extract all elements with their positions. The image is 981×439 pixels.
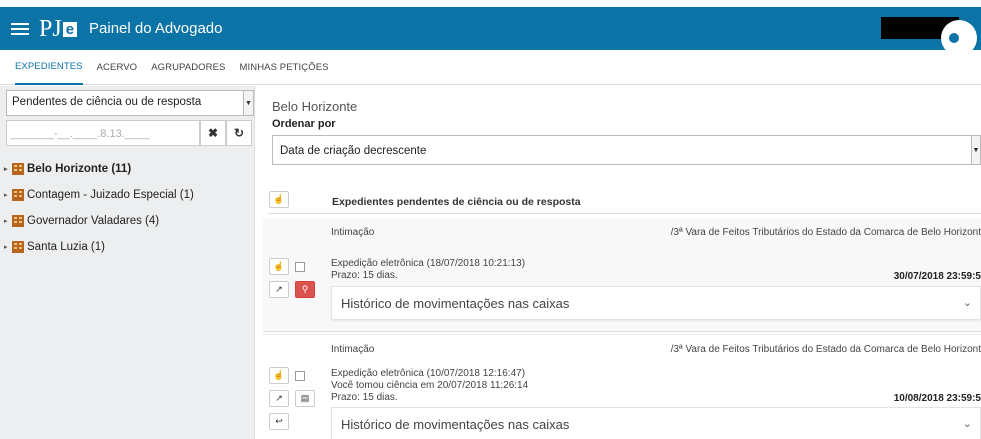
expedition-info: Expedição eletrônica (18/07/2018 10:21:1… — [331, 258, 526, 269]
sidebar: Pendentes de ciência ou de resposta ▼ __… — [0, 86, 255, 439]
tree-item-belo-horizonte[interactable]: ▸ Belo Horizonte (11) — [4, 156, 194, 182]
order-by-label: Ordenar por — [272, 118, 336, 130]
tree-item-governador-valadares[interactable]: ▸ Governador Valadares (4) — [4, 208, 194, 234]
clear-icon[interactable]: ✖ — [200, 120, 226, 146]
expediente-type: Intimação — [331, 344, 375, 355]
chevron-down-icon[interactable]: ⌄ — [963, 296, 972, 309]
refresh-icon[interactable]: ↻ — [226, 120, 252, 146]
main-tabs: EXPEDIENTES ACERVO AGRUPADORES MINHAS PE… — [0, 50, 981, 85]
deadline-info: Prazo: 15 dias. — [331, 392, 398, 403]
expediente-court: /3ª Vara de Feitos Tributários do Estado… — [670, 344, 981, 355]
selected-city-title: Belo Horizonte — [272, 99, 358, 114]
order-by-select[interactable]: Data de criação decrescente ▼ — [272, 135, 981, 165]
jurisdiction-tree: ▸ Belo Horizonte (11) ▸ Contagem - Juiza… — [4, 156, 194, 260]
tree-item-contagem[interactable]: ▸ Contagem - Juizado Especial (1) — [4, 182, 194, 208]
building-icon — [12, 163, 24, 175]
chevron-down-icon[interactable]: ⌄ — [963, 417, 972, 430]
tree-item-label: Governador Valadares (4) — [27, 215, 160, 227]
order-by-value: Data de criação decrescente — [280, 145, 427, 157]
user-name-box[interactable] — [881, 17, 977, 56]
document-icon[interactable]: ▤ — [295, 390, 315, 407]
top-bar: PJ e Painel do Advogado — [0, 7, 981, 56]
history-label: Histórico de movimentações nas caixas — [341, 417, 570, 432]
caret-right-icon[interactable]: ▸ — [4, 165, 12, 173]
caret-right-icon[interactable]: ▸ — [4, 243, 12, 251]
menu-icon[interactable] — [11, 22, 29, 35]
process-filter-row: _______-__.____.8.13.____ ✖ ↻ — [6, 120, 254, 146]
select-checkbox[interactable] — [295, 261, 305, 272]
app-title: Painel do Advogado — [89, 20, 223, 37]
building-icon — [12, 189, 24, 201]
caret-right-icon[interactable]: ▸ — [4, 191, 12, 199]
open-external-icon[interactable]: ↗ — [269, 390, 289, 407]
deadline-date: 30/07/2018 23:59:5 — [893, 271, 981, 282]
list-header: ☝ Expedientes pendentes de ciência ou de… — [268, 189, 981, 214]
deadline-date: 10/08/2018 23:59:5 — [893, 393, 981, 404]
expediente-card: Intimação /3ª Vara de Feitos Tributários… — [263, 219, 981, 332]
card-actions: ☝ ↗ ▤ ↩ — [269, 367, 315, 436]
status-filter-value: Pendentes de ciência ou de resposta — [12, 96, 202, 108]
take-ciencia-all-icon[interactable]: ☝ — [269, 191, 289, 208]
history-accordion[interactable]: Histórico de movimentações nas caixas ⌄ — [331, 407, 981, 439]
take-ciencia-icon[interactable]: ☝ — [269, 367, 289, 384]
expediente-court: /3ª Vara de Feitos Tributários do Estado… — [670, 227, 981, 238]
search-icon[interactable]: ⚲ — [295, 281, 315, 298]
status-filter-select[interactable]: Pendentes de ciência ou de resposta ▼ — [6, 90, 254, 116]
dropdown-arrow-icon[interactable]: ▼ — [971, 136, 980, 164]
history-label: Histórico de movimentações nas caixas — [341, 296, 570, 311]
tree-item-label: Santa Luzia (1) — [27, 241, 105, 253]
open-external-icon[interactable]: ↗ — [269, 281, 289, 298]
history-accordion[interactable]: Histórico de movimentações nas caixas ⌄ — [331, 286, 981, 320]
expediente-card: Intimação /3ª Vara de Feitos Tributários… — [263, 334, 981, 439]
process-number-input[interactable]: _______-__.____.8.13.____ — [6, 120, 200, 146]
take-ciencia-icon[interactable]: ☝ — [269, 258, 289, 275]
pje-logo[interactable]: PJ e — [39, 17, 78, 41]
dropdown-arrow-icon[interactable]: ▼ — [243, 91, 253, 115]
select-checkbox[interactable] — [295, 370, 305, 381]
card-actions: ☝ ↗ ⚲ — [269, 258, 315, 304]
tab-agrupadores[interactable]: AGRUPADORES — [151, 50, 225, 85]
tab-expedientes[interactable]: EXPEDIENTES — [15, 50, 83, 85]
list-title: Expedientes pendentes de ciência ou de r… — [332, 196, 581, 208]
building-icon — [12, 215, 24, 227]
tree-item-label: Belo Horizonte (11) — [27, 163, 132, 175]
deadline-info: Prazo: 15 dias. — [331, 270, 398, 281]
expediente-type: Intimação — [331, 227, 375, 238]
building-icon — [12, 241, 24, 253]
tree-item-label: Contagem - Juizado Especial (1) — [27, 189, 194, 201]
tab-minhas-peticoes[interactable]: MINHAS PETIÇÕES — [240, 50, 329, 85]
expedition-info: Expedição eletrônica (10/07/2018 12:16:4… — [331, 368, 526, 379]
tree-item-santa-luzia[interactable]: ▸ Santa Luzia (1) — [4, 234, 194, 260]
tab-acervo[interactable]: ACERVO — [97, 50, 138, 85]
main-content: Belo Horizonte Ordenar por Data de criaç… — [255, 86, 981, 439]
reply-icon[interactable]: ↩ — [269, 413, 289, 430]
caret-right-icon[interactable]: ▸ — [4, 217, 12, 225]
ciencia-info: Você tomou ciência em 20/07/2018 11:26:1… — [331, 380, 529, 391]
